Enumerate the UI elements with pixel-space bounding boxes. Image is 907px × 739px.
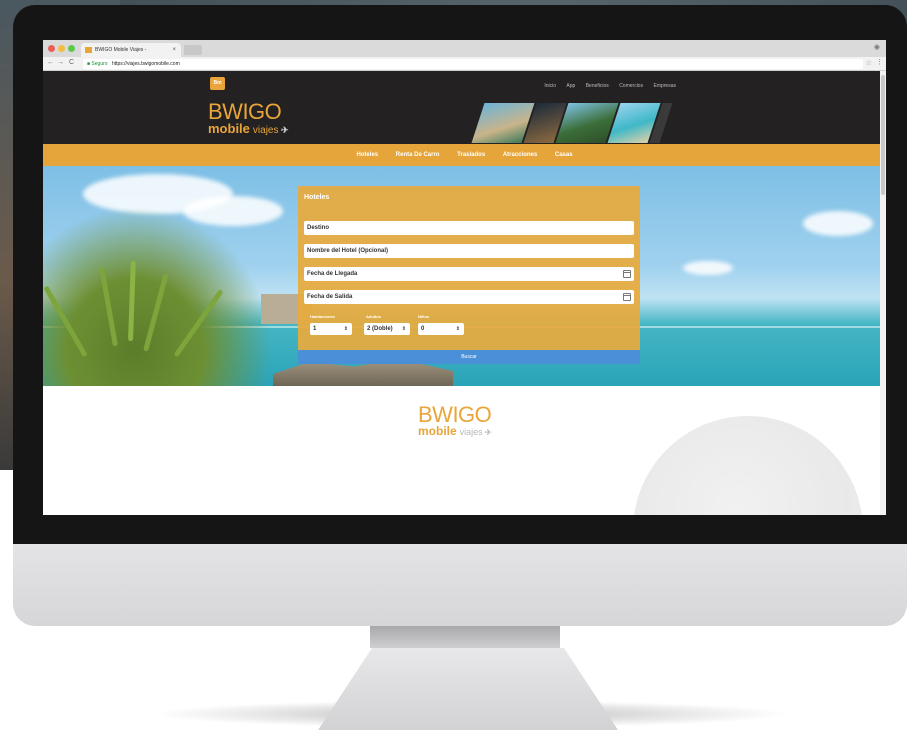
habitaciones-label: Habitaciones [310,314,335,319]
url-text: https://viajes.bwigomobile.com [111,61,180,67]
monitor-stand-neck [370,626,560,648]
ninos-select[interactable]: 0 ⇕ [418,323,464,335]
arrival-date-label: Fecha de Llegada [307,271,358,277]
ninos-value: 0 [421,326,425,332]
url-input[interactable]: ■ Seguro https://viajes.bwigomobile.com [83,59,863,69]
header-photo-strip [468,103,673,143]
main-nav: Hoteles Renta De Carro Traslados Atracci… [43,144,886,166]
top-nav-comercios[interactable]: Comercios [619,83,643,89]
nav-renta-de-carro[interactable]: Renta De Carro [396,152,440,158]
scrollbar-thumb[interactable] [881,75,885,195]
content-section: BWIGO mobile viajes ✈ [43,386,886,515]
close-tab-icon[interactable]: × [172,43,176,57]
cloud [803,211,873,236]
logo-wordmark[interactable]: BWIGO [208,101,282,123]
top-nav-app[interactable]: App [566,83,575,89]
plane-icon: ✈ [482,428,492,437]
calendar-icon[interactable] [623,293,631,301]
globe-watermark [633,416,863,515]
profile-icon[interactable]: ◉ [874,43,880,51]
new-tab-button[interactable] [184,45,202,55]
search-button[interactable]: Buscar [298,350,640,364]
search-panel-title: Hoteles [304,194,330,201]
nav-casas[interactable]: Casas [555,152,573,158]
cloud [683,261,733,275]
hotel-search-panel: Hoteles Destino Nombre del Hotel (Opcion… [298,186,640,364]
nav-traslados[interactable]: Traslados [457,152,485,158]
maximize-window-icon[interactable] [68,45,75,52]
destino-input[interactable]: Destino [304,221,634,235]
bookmark-star-icon[interactable]: ☆ [866,59,872,67]
select-arrow-icon: ⇕ [401,326,406,332]
nav-atracciones[interactable]: Atracciones [503,152,537,158]
plane-icon: ✈ [278,125,289,135]
logo-sub-light: viajes [252,125,279,136]
departure-date-input[interactable]: Fecha de Salida [304,290,634,304]
page-scrollbar[interactable] [880,71,886,515]
favicon-icon [85,47,92,53]
tab-title: BWIGO Mobile Viajes - [95,47,147,53]
select-arrow-icon: ⇕ [343,326,348,332]
forward-icon[interactable]: → [57,59,64,66]
footer-logo-sub-light: viajes [459,427,483,437]
footer-logo-sub-bold: mobile [418,424,457,438]
adultos-select[interactable]: 2 (Doble) ⇕ [364,323,410,335]
back-icon[interactable]: ← [47,59,54,66]
hotel-name-input[interactable]: Nombre del Hotel (Opcional) [304,244,634,258]
footer-logo-subtitle: mobile viajes ✈ [418,424,492,438]
browser-tab[interactable]: BWIGO Mobile Viajes - × [81,43,181,57]
logo-subtitle: mobile viajes ✈ [208,122,289,138]
ninos-label: Niños [418,314,430,319]
logo-badge[interactable]: Bm [210,77,225,90]
top-nav: Inicio App Beneficios Comercios Empresas [535,83,676,89]
hero-banner: Hoteles Destino Nombre del Hotel (Opcion… [43,166,886,386]
close-window-icon[interactable] [48,45,55,52]
adultos-value: 2 (Doble) [367,326,393,332]
top-nav-beneficios[interactable]: Beneficios [586,83,609,89]
top-nav-empresas[interactable]: Empresas [653,83,676,89]
calendar-icon[interactable] [623,270,631,278]
top-nav-inicio[interactable]: Inicio [544,83,556,89]
habitaciones-select[interactable]: 1 ⇕ [310,323,352,335]
nav-hoteles[interactable]: Hoteles [356,152,378,158]
browser-address-bar: ← → C ■ Seguro https://viajes.bwigomobil… [43,57,886,71]
departure-date-label: Fecha de Salida [307,294,353,300]
secure-label: Seguro [91,61,108,67]
arrival-date-input[interactable]: Fecha de Llegada [304,267,634,281]
monitor-chin [13,544,907,626]
browser-tab-bar: BWIGO Mobile Viajes - × ◉ [43,40,886,57]
reload-icon[interactable]: C [69,59,74,66]
select-arrow-icon: ⇕ [455,326,460,332]
menu-icon[interactable]: ⋮ [876,58,883,66]
monitor-screen: BWIGO Mobile Viajes - × ◉ ← → C ■ Seguro… [43,40,886,515]
site-header: Bm BWIGO mobile viajes ✈ Inicio App Benef… [43,71,886,144]
adultos-label: Adultos [366,314,381,319]
habitaciones-value: 1 [313,326,317,332]
minimize-window-icon[interactable] [58,45,65,52]
logo-sub-bold: mobile [208,121,250,136]
